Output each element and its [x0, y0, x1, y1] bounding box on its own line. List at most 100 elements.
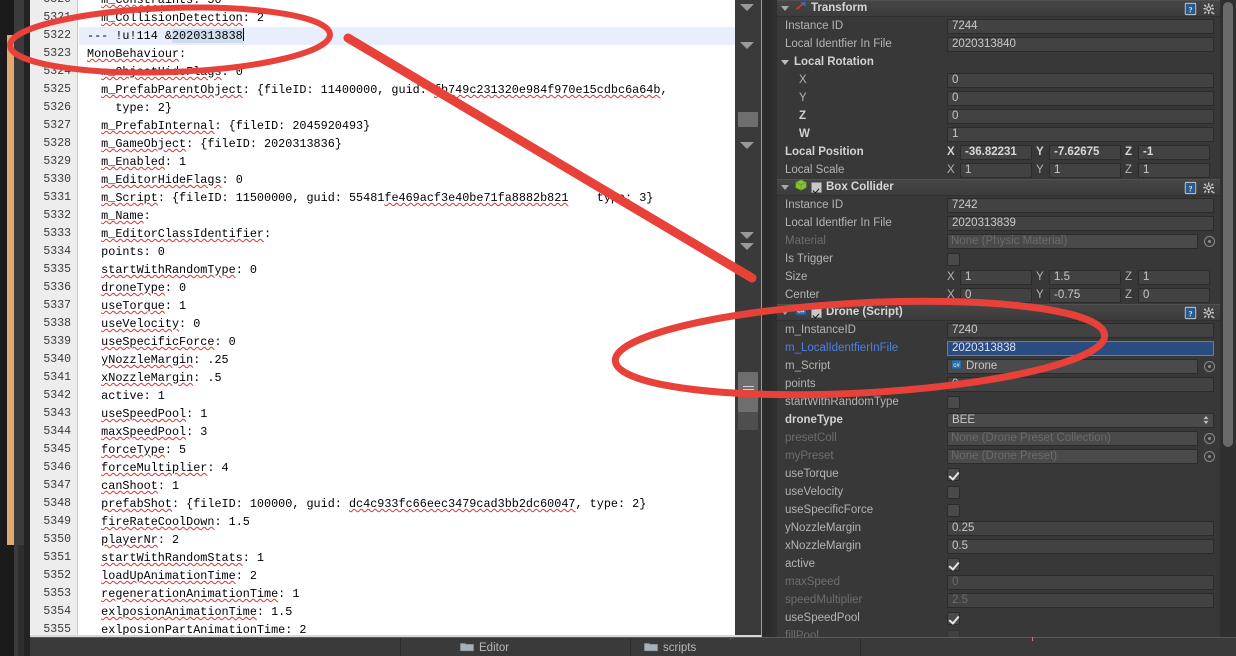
component-enabled-checkbox[interactable] [811, 307, 822, 318]
component-header-drone-script[interactable]: c# Drone (Script)? [777, 304, 1220, 321]
foldout-arrow-icon[interactable] [781, 59, 789, 65]
code-line[interactable]: m_CollisionDetection: 2 [79, 9, 264, 27]
object-picker-button[interactable] [1204, 450, 1215, 462]
axis-value-field[interactable]: 1.5 [1049, 269, 1121, 285]
value-field[interactable]: 0.5 [947, 538, 1214, 554]
code-line[interactable]: m_Script: {fileID: 11500000, guid: 55481… [79, 189, 653, 207]
vector-axis-x[interactable]: X1 [947, 269, 1036, 285]
vector3-group[interactable]: X 1 Y 1.5 Z 1 [947, 269, 1214, 285]
value-field[interactable]: 0 [947, 574, 1214, 590]
component-header-transform[interactable]: Transform? [777, 0, 1220, 17]
axis-value-field[interactable]: -1 [1138, 144, 1210, 160]
code-line[interactable]: MonoBehaviour: [79, 45, 186, 63]
inspector-row-material[interactable]: Material None (Physic Material) [777, 232, 1220, 250]
code-line[interactable]: prefabShot: {fileID: 100000, guid: dc4c9… [79, 495, 646, 513]
code-line[interactable]: m_PrefabInternal: {fileID: 2045920493} [79, 117, 370, 135]
inspector-row-w[interactable]: W1 [777, 125, 1220, 143]
vector3-group[interactable]: X -36.82231 Y -7.62675 Z -1 [947, 144, 1214, 160]
object-picker-button[interactable] [1204, 360, 1215, 372]
inspector-row-y[interactable]: Y0 [777, 89, 1220, 107]
vector-axis-x[interactable]: X1 [947, 162, 1036, 178]
axis-value-field[interactable]: 1 [960, 269, 1032, 285]
scrollbar-track-segment[interactable] [738, 412, 758, 430]
value-field[interactable]: 2020313839 [947, 215, 1214, 231]
inspector-row-points[interactable]: points 0 [777, 375, 1220, 393]
foldout-label[interactable]: Local Rotation [777, 56, 947, 68]
inspector-row-usevelocity[interactable]: useVelocity [777, 483, 1220, 501]
editor-vertical-scrollbar[interactable] [735, 0, 761, 635]
inspector-row-active[interactable]: active [777, 555, 1220, 573]
inspector-row-local-scale[interactable]: Local Scale X 1 Y 1 Z 1 [777, 161, 1220, 179]
code-line[interactable]: playerNr: 2 [79, 531, 179, 549]
code-line[interactable]: m_EditorClassIdentifier: [79, 225, 271, 243]
value-field[interactable]: 0.25 [947, 520, 1214, 536]
code-line[interactable]: type: 2} [79, 99, 172, 117]
code-line[interactable]: m_Constraints: 50 [79, 0, 221, 9]
code-line[interactable]: useTorque: 1 [79, 297, 186, 315]
code-line[interactable]: points: 0 [79, 243, 165, 261]
axis-value-field[interactable]: 1 [960, 162, 1032, 178]
code-line[interactable]: m_ObjectHideFlags: 0 [79, 63, 243, 81]
code-line[interactable]: startWithRandomType: 0 [79, 261, 257, 279]
code-line[interactable]: exlposionAnimationTime: 1.5 [79, 603, 292, 621]
value-field[interactable]: 0 [947, 90, 1214, 106]
value-field[interactable]: 7244 [947, 18, 1214, 34]
inspector-row-local-identfier-in-file[interactable]: Local Identfier In File 2020313839 [777, 214, 1220, 232]
project-folder-item[interactable]: Editor [460, 639, 509, 656]
code-line[interactable]: m_GameObject: {fileID: 2020313836} [79, 135, 342, 153]
code-line[interactable]: loadUpAnimationTime: 2 [79, 567, 257, 585]
vector3-group[interactable]: X 0 Y -0.75 Z 0 [947, 287, 1214, 303]
inspector-row-local-position[interactable]: Local Position X -36.82231 Y -7.62675 Z -1 [777, 143, 1220, 161]
code-line[interactable]: useSpecificForce: 0 [79, 333, 236, 351]
component-enabled-checkbox[interactable] [811, 182, 822, 193]
value-field[interactable]: 0 [947, 108, 1214, 124]
inspector-row-maxspeed[interactable]: maxSpeed 0 [777, 573, 1220, 591]
inspector-row-instance-id[interactable]: Instance ID 7242 [777, 196, 1220, 214]
inspector-row-is-trigger[interactable]: Is Trigger [777, 250, 1220, 268]
vector-axis-y[interactable]: Y1 [1036, 162, 1125, 178]
object-field[interactable]: None (Drone Preset Collection) [947, 430, 1198, 446]
foldout-arrow-icon[interactable] [781, 310, 789, 315]
dropdown-field[interactable]: BEE [947, 412, 1214, 428]
inspector-content[interactable]: Transform? Instance ID 7244 Local Identfier… [777, 0, 1220, 656]
vector-axis-z[interactable]: Z1 [1125, 269, 1214, 285]
vector-axis-y[interactable]: Y 1.5 [1036, 269, 1125, 285]
toggle-checkbox[interactable] [947, 611, 960, 625]
vector-axis-y[interactable]: Y -7.62675 [1036, 144, 1125, 160]
inspector-row-dronetype[interactable]: droneType BEE [777, 411, 1220, 429]
code-line[interactable]: fireRateCoolDown: 1.5 [79, 513, 250, 531]
code-line[interactable]: m_PrefabParentObject: {fileID: 11400000,… [79, 81, 667, 99]
code-line[interactable]: yNozzleMargin: .25 [79, 351, 228, 369]
code-line[interactable]: xNozzleMargin: .5 [79, 369, 221, 387]
inspector-scrollbar-thumb[interactable] [1223, 2, 1233, 447]
inspector-row-usespeedpool[interactable]: useSpeedPool [777, 609, 1220, 627]
code-line[interactable]: m_EditorHideFlags: 0 [79, 171, 243, 189]
object-field[interactable]: None (Drone Preset) [947, 448, 1198, 464]
inspector-row-z[interactable]: Z0 [777, 107, 1220, 125]
toggle-checkbox[interactable] [947, 503, 960, 517]
inspector-row-local-identfier-in-file[interactable]: Local Identfier In File 2020313840 [777, 35, 1220, 53]
component-header-box-collider[interactable]: Box Collider? [777, 178, 1220, 196]
toggle-checkbox[interactable] [947, 557, 960, 571]
code-line[interactable]: --- !u!114 &2020313838 [79, 27, 735, 45]
scrollbar-thumb-upper[interactable] [738, 112, 758, 127]
code-line[interactable]: exlposionPartAnimationTime: 2 [79, 621, 306, 635]
inspector-row-local-rotation[interactable]: Local Rotation [777, 53, 1220, 71]
code-line[interactable]: forceType: 5 [79, 441, 186, 459]
vector-axis-z[interactable]: Z -1 [1125, 144, 1214, 160]
value-field[interactable]: 0 [947, 376, 1214, 392]
inspector-row-startwithrandomtype[interactable]: startWithRandomType [777, 393, 1220, 411]
vector-axis-z[interactable]: Z1 [1125, 162, 1214, 178]
code-line[interactable]: startWithRandomStats: 1 [79, 549, 264, 567]
code-text-area[interactable]: m_Constraints: 50 m_CollisionDetection: … [79, 0, 735, 635]
object-field[interactable]: None (Physic Material) [947, 233, 1198, 249]
toggle-checkbox[interactable] [947, 467, 960, 481]
axis-value-field[interactable]: -0.75 [1049, 287, 1121, 303]
inspector-row-speedmultiplier[interactable]: speedMultiplier 2.5 [777, 591, 1220, 609]
code-line[interactable]: m_Enabled: 1 [79, 153, 186, 171]
axis-value-field[interactable]: -36.82231 [960, 144, 1032, 160]
code-line[interactable]: regenerationAnimationTime: 1 [79, 585, 299, 603]
inspector-row-xnozzlemargin[interactable]: xNozzleMargin 0.5 [777, 537, 1220, 555]
object-picker-button[interactable] [1204, 235, 1215, 247]
axis-value-field[interactable]: -7.62675 [1049, 144, 1121, 160]
